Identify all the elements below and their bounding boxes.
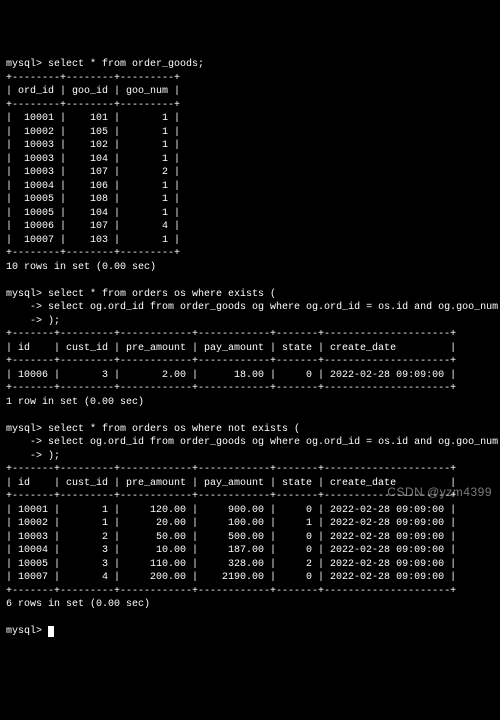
table-row: | 10003 | 2 | 50.00 | 500.00 | 0 | 2022-… <box>6 532 456 543</box>
table-border: +-------+---------+------------+--------… <box>6 329 456 340</box>
sql-query-2-line3: ); <box>48 316 60 327</box>
table-border: +-------+---------+------------+--------… <box>6 586 456 597</box>
table-border: +-------+---------+------------+--------… <box>6 464 456 475</box>
table-border: +--------+--------+---------+ <box>6 248 180 259</box>
table-row: | 10002 | 1 | 20.00 | 100.00 | 1 | 2022-… <box>6 518 456 529</box>
sql-query-3-line1: select * from orders os where not exists… <box>48 424 300 435</box>
watermark: CSDN @yzm4399 <box>387 484 492 500</box>
table-header: | id | cust_id | pre_amount | pay_amount… <box>6 343 456 354</box>
table-row: | 10001 | 101 | 1 | <box>6 113 180 124</box>
result-summary: 6 rows in set (0.00 sec) <box>6 599 150 610</box>
table-border: +-------+---------+------------+--------… <box>6 356 456 367</box>
table-row: | 10007 | 4 | 200.00 | 2190.00 | 0 | 202… <box>6 572 456 583</box>
table-row: | 10005 | 108 | 1 | <box>6 194 180 205</box>
mysql-prompt: mysql> <box>6 424 48 435</box>
table-row: | 10005 | 3 | 110.00 | 328.00 | 2 | 2022… <box>6 559 456 570</box>
continuation-prompt: -> <box>6 451 48 462</box>
table-row: | 10004 | 106 | 1 | <box>6 181 180 192</box>
table-row: | 10005 | 104 | 1 | <box>6 208 180 219</box>
table-row: | 10002 | 105 | 1 | <box>6 127 180 138</box>
table-border: +--------+--------+---------+ <box>6 73 180 84</box>
sql-query-3-line3: ); <box>48 451 60 462</box>
table-row: | 10001 | 1 | 120.00 | 900.00 | 0 | 2022… <box>6 505 456 516</box>
sql-query-2-line1: select * from orders os where exists ( <box>48 289 276 300</box>
continuation-prompt: -> <box>6 316 48 327</box>
mysql-prompt: mysql> <box>6 626 48 637</box>
continuation-prompt: -> <box>6 302 48 313</box>
mysql-prompt: mysql> <box>6 289 48 300</box>
table-row: | 10003 | 102 | 1 | <box>6 140 180 151</box>
cursor-icon[interactable] <box>48 626 54 637</box>
table-row: | 10006 | 107 | 4 | <box>6 221 180 232</box>
table-row: | 10006 | 3 | 2.00 | 18.00 | 0 | 2022-02… <box>6 370 456 381</box>
result-summary: 10 rows in set (0.00 sec) <box>6 262 156 273</box>
table-row: | 10007 | 103 | 1 | <box>6 235 180 246</box>
sql-query-3-line2: select og.ord_id from order_goods og whe… <box>48 437 500 448</box>
result-summary: 1 row in set (0.00 sec) <box>6 397 144 408</box>
terminal-output: mysql> select * from order_goods; +-----… <box>6 58 494 639</box>
mysql-prompt: mysql> <box>6 59 48 70</box>
table-row: | 10004 | 3 | 10.00 | 187.00 | 0 | 2022-… <box>6 545 456 556</box>
table-row: | 10003 | 104 | 1 | <box>6 154 180 165</box>
sql-query-1: select * from order_goods; <box>48 59 204 70</box>
table-row: | 10003 | 107 | 2 | <box>6 167 180 178</box>
sql-query-2-line2: select og.ord_id from order_goods og whe… <box>48 302 500 313</box>
continuation-prompt: -> <box>6 437 48 448</box>
table-border: +--------+--------+---------+ <box>6 100 180 111</box>
table-border: +-------+---------+------------+--------… <box>6 383 456 394</box>
table-header: | ord_id | goo_id | goo_num | <box>6 86 180 97</box>
